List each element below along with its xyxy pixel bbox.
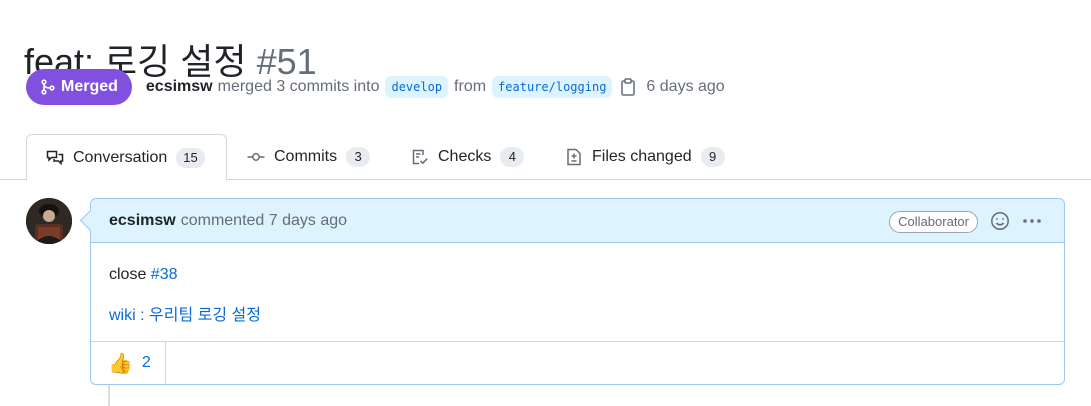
wiki-link[interactable]: wiki : 우리팀 로깅 설정 [109, 307, 261, 324]
reactions-bar: 👍 2 [91, 341, 1064, 384]
tab-checks[interactable]: Checks 4 [411, 134, 525, 180]
comment-body: close #38 wiki : 우리팀 로깅 설정 [91, 243, 1064, 328]
checklist-icon [412, 149, 428, 165]
git-commit-icon [247, 153, 265, 161]
tab-files-changed-label: Files changed [592, 148, 692, 165]
thumbs-up-reaction-button[interactable]: 👍 2 [91, 342, 166, 384]
tab-checks-count: 4 [500, 147, 525, 167]
copy-icon[interactable] [620, 78, 636, 96]
pr-meta: Merged ecsimsw merged 3 commits into dev… [26, 69, 730, 105]
base-branch-label[interactable]: develop [385, 76, 449, 98]
merged-status-label: Merged [61, 78, 118, 95]
reaction-count: 2 [141, 354, 151, 371]
tab-commits-count: 3 [346, 147, 371, 167]
tab-conversation[interactable]: Conversation 15 [26, 134, 227, 181]
smiley-icon[interactable] [990, 211, 1010, 231]
tab-commits-label: Commits [274, 148, 338, 165]
pr-author-link[interactable]: ecsimsw [146, 78, 213, 96]
issue-link[interactable]: #38 [151, 266, 178, 283]
tab-checks-label: Checks [438, 148, 492, 165]
comment-close-text: close [109, 266, 151, 283]
tab-conversation-count: 15 [176, 147, 205, 168]
thumbs-up-icon: 👍 [108, 352, 133, 375]
collaborator-badge: Collaborator [889, 211, 978, 233]
file-diff-icon [567, 148, 581, 166]
tab-files-changed[interactable]: Files changed 9 [565, 134, 725, 180]
kebab-icon[interactable] [1022, 211, 1042, 231]
timeline-line [108, 385, 110, 406]
git-merge-icon [41, 79, 55, 95]
comment-discussion-icon [46, 150, 64, 165]
from-text: from [454, 78, 487, 95]
comment-author-link[interactable]: ecsimsw [109, 212, 176, 230]
pr-action-text: merged 3 commits into [217, 78, 380, 95]
pr-tabs: Conversation 15 Commits 3 Checks 4 Files… [0, 134, 1091, 181]
comment-meta[interactable]: commented 7 days ago [181, 212, 347, 230]
pr-time-ago: 6 days ago [646, 78, 725, 95]
avatar[interactable] [26, 198, 72, 244]
comment-close-line: close #38 [109, 263, 1046, 287]
tab-conversation-label: Conversation [73, 148, 168, 166]
comment-wiki-line: wiki : 우리팀 로깅 설정 [109, 304, 1046, 328]
tab-commits[interactable]: Commits 3 [247, 134, 371, 180]
comment-card: ecsimsw commented 7 days ago Collaborato… [90, 198, 1065, 385]
head-branch-label[interactable]: feature/logging [492, 76, 613, 98]
tab-files-changed-count: 9 [700, 147, 725, 167]
merged-status-badge: Merged [26, 69, 132, 105]
comment-header: ecsimsw commented 7 days ago Collaborato… [91, 199, 1064, 243]
